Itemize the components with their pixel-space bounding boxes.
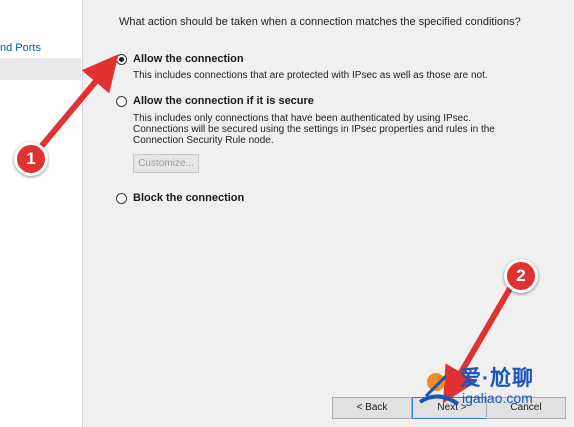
callout-2: 2	[504, 259, 538, 293]
watermark-url: igaliao.com	[462, 390, 533, 406]
watermark-logo-icon	[418, 373, 460, 406]
site-watermark: 爱·尬聊 igaliao.com	[414, 360, 564, 418]
watermark-title: 爱·尬聊	[460, 367, 534, 390]
arrow-to-allow-option	[37, 54, 119, 151]
callout-1: 1	[14, 142, 48, 176]
